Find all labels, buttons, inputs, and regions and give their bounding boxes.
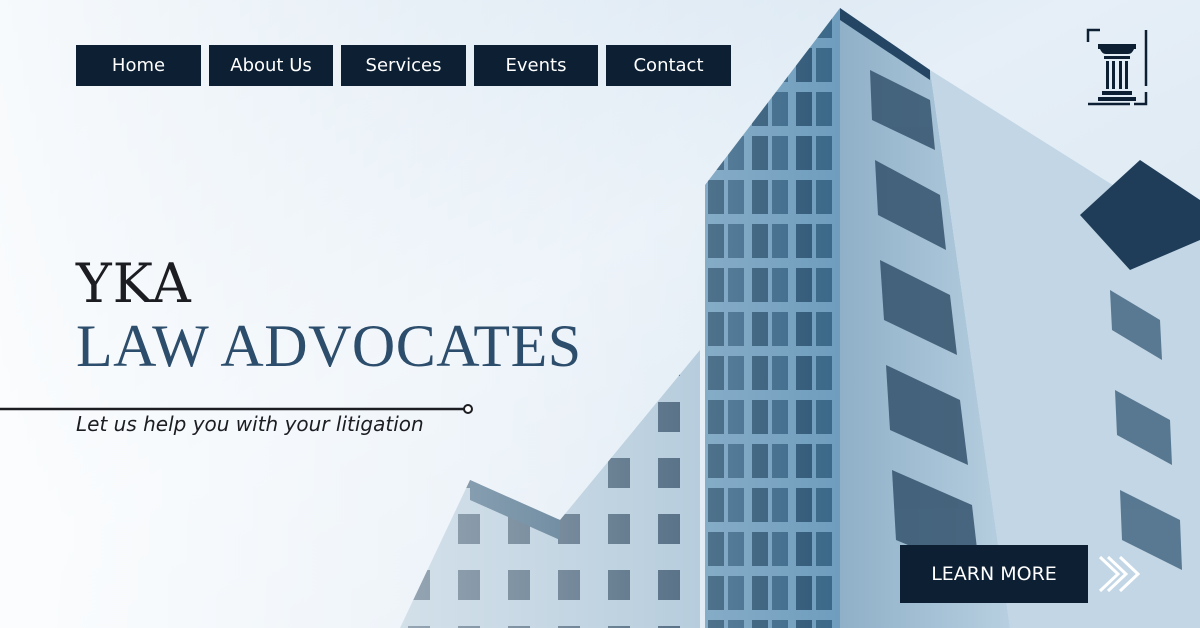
nav-contact-button[interactable]: Contact bbox=[606, 45, 731, 86]
nav-services-button[interactable]: Services bbox=[341, 45, 466, 86]
firm-name: YKA bbox=[76, 252, 192, 315]
nav-events-button[interactable]: Events bbox=[474, 45, 598, 86]
firm-subtitle: LAW ADVOCATES bbox=[76, 313, 582, 379]
nav-about-us-button[interactable]: About Us bbox=[209, 45, 333, 86]
learn-more-button[interactable]: LEARN MORE bbox=[900, 545, 1088, 603]
pillar-icon[interactable] bbox=[1086, 28, 1148, 106]
tagline: Let us help you with your litigation bbox=[76, 412, 424, 436]
nav-home-button[interactable]: Home bbox=[76, 45, 201, 86]
main-nav: Home About Us Services Events Contact bbox=[76, 45, 731, 86]
double-chevron-right-icon[interactable] bbox=[1096, 553, 1146, 595]
